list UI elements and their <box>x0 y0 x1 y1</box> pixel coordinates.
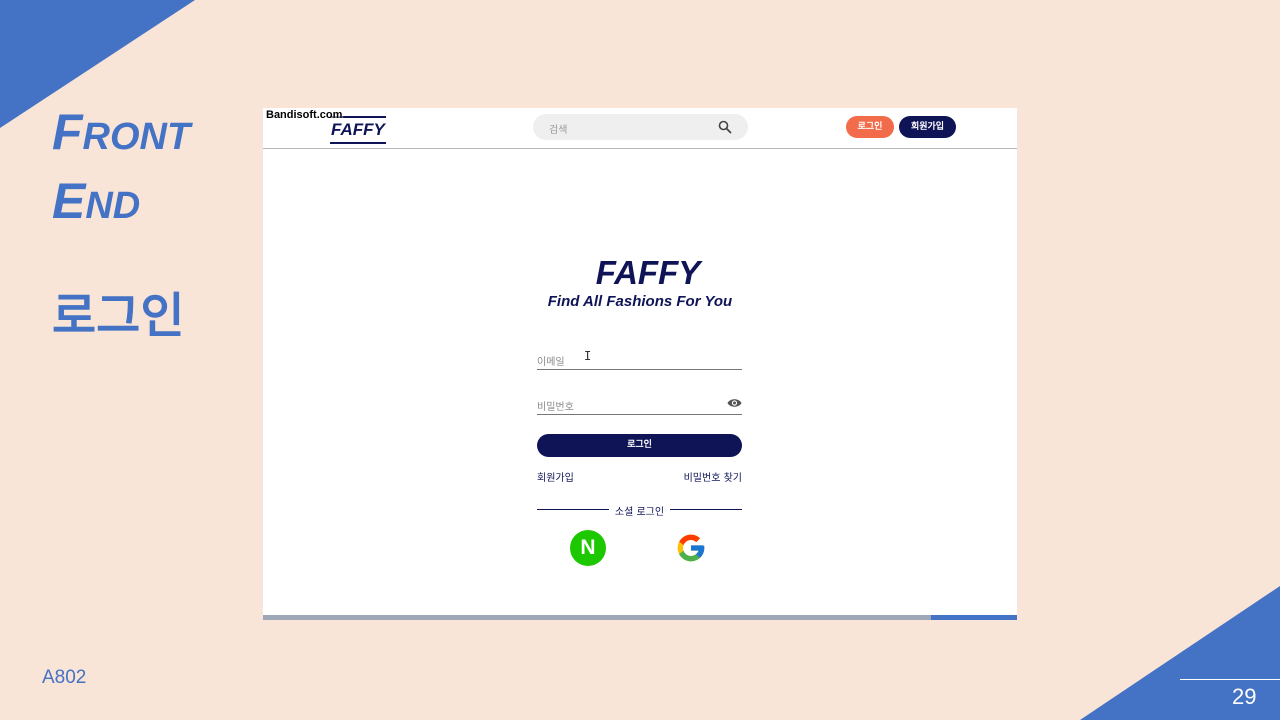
text-cursor-icon: I <box>584 349 592 363</box>
brand-tagline: Find All Fashions For You <box>547 293 733 310</box>
search-placeholder: 검색 <box>549 125 568 136</box>
app-screenshot: FAFFY Bandisoft.com 검색 로그인 회원가입 FAFFY Fi… <box>263 108 1017 620</box>
search-icon[interactable] <box>718 120 732 134</box>
title-rest-end: ND <box>85 185 141 227</box>
title-initial-e: E <box>52 173 86 229</box>
slide-title: FRONT END <box>52 104 190 242</box>
brand-block: FAFFY Find All Fashions For You <box>263 254 1017 312</box>
slide-subtitle: 로그인 <box>52 288 185 344</box>
app-navbar: FAFFY Bandisoft.com 검색 로그인 회원가입 <box>263 108 1017 149</box>
title-initial-f: F <box>52 104 83 160</box>
social-login-label: 소셜 로그인 <box>614 507 665 518</box>
search-input[interactable]: 검색 <box>533 114 748 140</box>
footer-code: A802 <box>42 667 87 688</box>
screenshot-bottom-bar <box>263 615 1017 620</box>
find-password-link[interactable]: 비밀번호 찾기 <box>684 469 742 484</box>
nav-login-button[interactable]: 로그인 <box>846 116 894 138</box>
email-placeholder: 이메일 <box>537 357 565 368</box>
recorder-watermark: Bandisoft.com <box>266 109 343 121</box>
email-field[interactable]: 이메일 I <box>537 347 742 370</box>
password-placeholder: 비밀번호 <box>537 402 574 413</box>
page-number-rule <box>1180 679 1280 680</box>
brand-name: FAFFY <box>595 254 701 291</box>
password-field[interactable]: 비밀번호 <box>537 392 742 415</box>
naver-login-button[interactable]: N <box>570 530 606 566</box>
show-password-eye-icon[interactable] <box>727 397 742 409</box>
title-rest-front: RONT <box>82 116 191 158</box>
signup-link[interactable]: 회원가입 <box>537 469 574 484</box>
divider-right <box>670 509 742 510</box>
google-login-icon[interactable] <box>675 532 707 564</box>
nav-signup-button[interactable]: 회원가입 <box>899 116 956 138</box>
page-number: 29 <box>1232 684 1257 709</box>
login-submit-button[interactable]: 로그인 <box>537 434 742 457</box>
screenshot-bottom-accent <box>931 615 1017 620</box>
